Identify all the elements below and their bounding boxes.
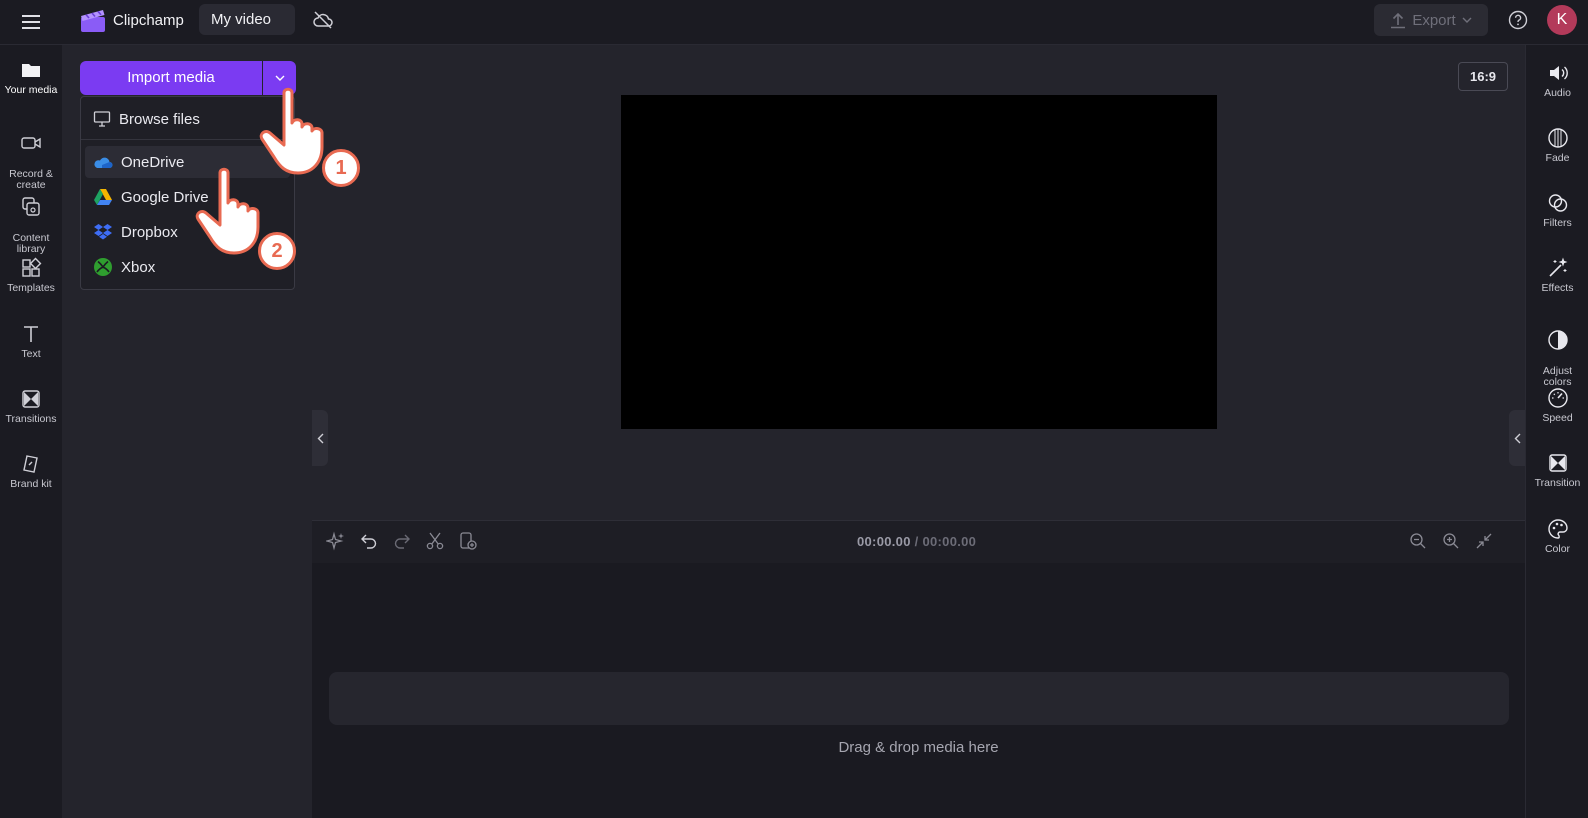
folder-icon (20, 59, 42, 81)
monitor-icon (93, 111, 111, 127)
chevron-left-icon (317, 433, 323, 443)
property-effects[interactable]: Effects (1526, 257, 1588, 294)
menu-item-label: Browse files (119, 110, 200, 128)
palette-icon (1547, 518, 1569, 540)
magic-sparkle-icon[interactable] (326, 531, 348, 553)
property-fade[interactable]: Fade (1526, 127, 1588, 164)
upload-icon (1391, 12, 1406, 29)
xbox-icon (94, 258, 112, 276)
aspect-ratio-button[interactable]: 16:9 (1458, 62, 1508, 91)
transitions-icon (20, 388, 42, 410)
collapse-left-panel-button[interactable] (312, 410, 328, 466)
menu-icon[interactable] (18, 10, 44, 34)
property-label: Fade (1545, 152, 1570, 164)
chevron-left-icon (1514, 433, 1520, 443)
timecode: 00:00.00 / 00:00.00 (857, 534, 976, 549)
fade-icon (1547, 127, 1569, 149)
time-separator: / (910, 534, 923, 549)
avatar[interactable]: K (1547, 5, 1577, 35)
project-title-input[interactable]: My video (199, 4, 295, 35)
magic-wand-icon (1547, 257, 1569, 279)
zoom-in-icon[interactable] (1441, 531, 1463, 553)
nav-item-record-create[interactable]: Record & create (0, 121, 62, 191)
text-icon (20, 323, 42, 345)
nav-item-text[interactable]: Text (0, 323, 62, 360)
add-to-timeline-icon[interactable] (458, 531, 480, 553)
timeline-toolbar: 00:00.00 / 00:00.00 (312, 520, 1525, 564)
onedrive-icon (94, 157, 113, 168)
step-2-badge: 2 (258, 232, 296, 270)
import-media-button[interactable]: Import media (80, 61, 262, 95)
chevron-down-icon (275, 75, 284, 81)
pointing-hand-icon (192, 167, 264, 257)
property-label: Adjust colors (1542, 365, 1573, 388)
pointing-hand-icon (256, 87, 328, 177)
current-time: 00:00.00 (857, 534, 911, 549)
property-transition[interactable]: Transition (1526, 452, 1588, 489)
nav-item-content-library[interactable]: Content library (0, 185, 62, 255)
nav-item-templates[interactable]: Templates (0, 257, 62, 294)
media-drop-zone[interactable] (329, 672, 1509, 725)
menu-item-label: Xbox (121, 258, 156, 276)
nav-label: Text (21, 348, 41, 360)
filters-icon (1547, 192, 1569, 214)
collapse-right-panel-button[interactable] (1509, 410, 1525, 466)
property-color[interactable]: Color (1526, 518, 1588, 555)
help-icon[interactable] (1507, 9, 1529, 31)
scissors-icon[interactable] (425, 531, 447, 553)
transition-icon (1547, 452, 1569, 474)
dropbox-icon (94, 224, 112, 240)
nav-item-brand-kit[interactable]: Brand kit (0, 453, 62, 490)
video-canvas[interactable] (621, 95, 1217, 429)
right-property-panel: Audio Fade Filters Effects Adjust colors… (1525, 45, 1588, 818)
drop-hint: Drag & drop media here (838, 739, 999, 756)
speaker-icon (1547, 62, 1569, 84)
property-label: Audio (1544, 87, 1571, 99)
export-label: Export (1412, 11, 1456, 29)
export-button[interactable]: Export (1374, 4, 1488, 36)
speedometer-icon (1547, 387, 1569, 409)
property-speed[interactable]: Speed (1526, 387, 1588, 424)
nav-label: Content library (12, 232, 50, 255)
google-drive-icon (94, 189, 112, 205)
property-label: Filters (1543, 217, 1572, 229)
redo-icon[interactable] (392, 531, 414, 553)
cloud-off-icon[interactable] (312, 10, 336, 32)
menu-item-label: OneDrive (121, 153, 185, 171)
nav-label: Transitions (5, 413, 57, 425)
duration: 00:00.00 (922, 534, 977, 549)
nav-label: Brand kit (10, 478, 52, 490)
contrast-icon (1547, 329, 1569, 351)
nav-label: Templates (7, 282, 55, 294)
left-nav: Your media Record & create Content libra… (0, 45, 62, 818)
nav-item-transitions[interactable]: Transitions (0, 388, 62, 425)
clipchamp-logo-icon (80, 8, 106, 34)
property-label: Transition (1534, 477, 1581, 489)
nav-label: Your media (4, 84, 58, 96)
brand-kit-icon (20, 453, 42, 475)
property-label: Effects (1541, 282, 1574, 294)
property-filters[interactable]: Filters (1526, 192, 1588, 229)
fit-to-screen-icon[interactable] (1474, 531, 1496, 553)
undo-icon[interactable] (359, 531, 381, 553)
property-audio[interactable]: Audio (1526, 62, 1588, 99)
templates-icon (20, 257, 42, 279)
property-label: Color (1544, 543, 1571, 555)
menu-item-label: Dropbox (121, 223, 178, 241)
zoom-out-icon[interactable] (1408, 531, 1430, 553)
library-icon (20, 196, 42, 218)
step-1-badge: 1 (322, 149, 360, 187)
video-camera-icon (20, 132, 42, 154)
property-adjust-colors[interactable]: Adjust colors (1526, 318, 1588, 388)
nav-item-your-media[interactable]: Your media (0, 59, 62, 96)
app-name: Clipchamp (113, 12, 184, 29)
property-label: Speed (1542, 412, 1573, 424)
chevron-down-icon (1462, 17, 1472, 23)
